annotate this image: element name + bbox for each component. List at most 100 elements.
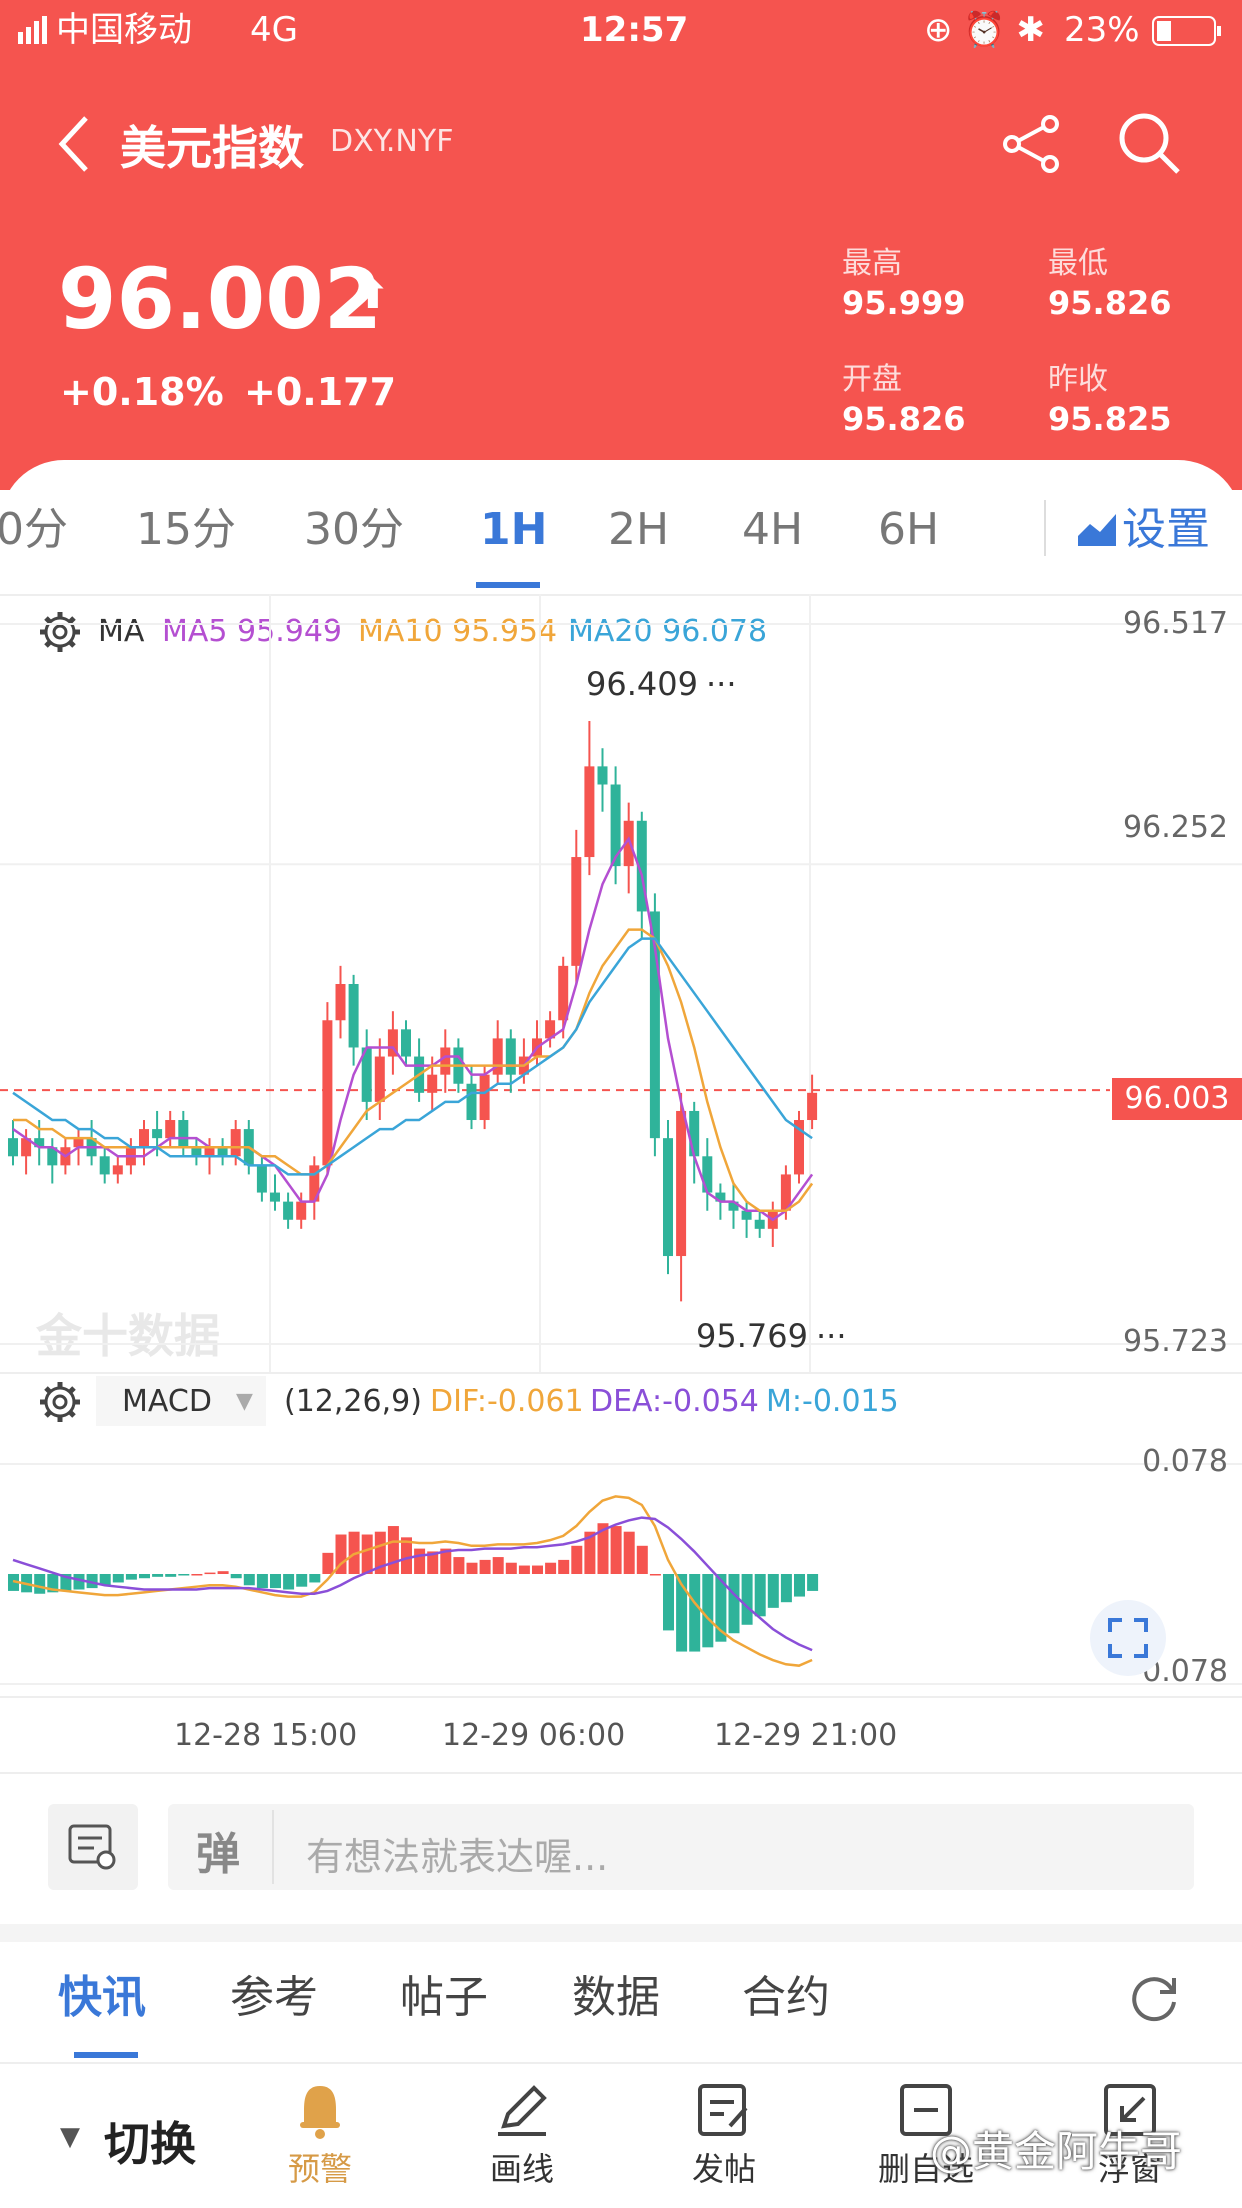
y-axis-bottom: 95.723 bbox=[1123, 1324, 1228, 1359]
current-price-tag: 96.003 bbox=[1112, 1078, 1242, 1120]
macd-bar bbox=[165, 1574, 177, 1577]
low-label: 最低 bbox=[1048, 246, 1108, 281]
low-value: 95.826 bbox=[1048, 284, 1172, 322]
macd-bar bbox=[178, 1574, 190, 1576]
macd-bar bbox=[256, 1574, 268, 1589]
candle bbox=[794, 1110, 804, 1184]
macd-bar bbox=[479, 1559, 491, 1574]
tab-6h[interactable]: 6H bbox=[878, 500, 939, 560]
macd-bar bbox=[558, 1559, 570, 1574]
change-percent: +0.18% bbox=[60, 370, 224, 414]
macd-bar bbox=[387, 1526, 399, 1574]
tab-1h[interactable]: 1H bbox=[480, 500, 547, 560]
post-label: 发帖 bbox=[691, 2150, 756, 2188]
tab-divider bbox=[1044, 500, 1046, 556]
candlestick-chart[interactable] bbox=[0, 594, 1242, 1374]
candle bbox=[702, 1138, 713, 1211]
bell-icon bbox=[300, 2086, 340, 2139]
expand-icon bbox=[1108, 1618, 1148, 1658]
candle bbox=[361, 1029, 372, 1121]
post-button[interactable]: 发帖 bbox=[654, 2080, 794, 2190]
candle bbox=[440, 1029, 451, 1093]
ma10-line bbox=[13, 928, 814, 1212]
comment-placeholder: 有想法就表达喔... bbox=[306, 1835, 609, 1879]
macd-bar bbox=[649, 1574, 661, 1576]
last-price: 96.002 bbox=[58, 250, 383, 348]
macd-chart[interactable] bbox=[0, 1434, 1242, 1696]
share-icon[interactable] bbox=[1000, 114, 1064, 174]
macd-bar bbox=[545, 1562, 557, 1574]
macd-bar bbox=[309, 1574, 321, 1583]
search-icon[interactable] bbox=[1118, 112, 1182, 176]
tab-contract[interactable]: 合约 bbox=[742, 1968, 830, 2028]
pen-icon bbox=[498, 2085, 547, 2136]
battery-icon bbox=[1152, 16, 1221, 46]
macd-bar bbox=[453, 1557, 465, 1574]
macd-bar bbox=[689, 1574, 701, 1652]
candle bbox=[676, 1092, 687, 1302]
macd-params: (12,26,9) bbox=[284, 1384, 422, 1419]
status-icons: ⊕ ⏰ ✱ bbox=[924, 10, 1045, 50]
macd-m: M:-0.015 bbox=[766, 1384, 899, 1419]
back-icon[interactable] bbox=[56, 114, 92, 174]
quote-header: 中国移动 4G 12:57 ⊕ ⏰ ✱ 23% 美元指数 DXY.NYF 96.… bbox=[0, 0, 1242, 490]
x-axis-line bbox=[0, 1696, 1242, 1698]
y-axis-mid: 96.252 bbox=[1123, 810, 1228, 845]
macd-gear-icon[interactable] bbox=[38, 1380, 82, 1424]
candle bbox=[571, 829, 582, 984]
note-icon bbox=[68, 1824, 116, 1870]
high-annotation-dots: ··· bbox=[706, 665, 737, 703]
tab-10min[interactable]: 0分 bbox=[0, 500, 68, 560]
x-tick-3: 12-29 21:00 bbox=[714, 1718, 898, 1753]
tab-flash-news[interactable]: 快讯 bbox=[58, 1968, 146, 2028]
up-arrow-icon: ⬆ bbox=[356, 272, 390, 318]
macd-bar bbox=[243, 1574, 255, 1586]
x-tick-2: 12-29 06:00 bbox=[442, 1718, 626, 1753]
macd-bar bbox=[518, 1565, 530, 1574]
macd-bar bbox=[322, 1552, 334, 1574]
alert-button[interactable]: 预警 bbox=[250, 2080, 390, 2190]
clock: 12:57 bbox=[580, 10, 689, 50]
candle bbox=[178, 1110, 189, 1157]
macd-label: MACD bbox=[122, 1384, 212, 1419]
change-value: +0.177 bbox=[244, 370, 397, 414]
candle bbox=[256, 1156, 267, 1202]
macd-bar bbox=[361, 1534, 373, 1574]
macd-bar bbox=[283, 1574, 295, 1590]
macd-bar bbox=[270, 1574, 281, 1589]
candle bbox=[217, 1138, 228, 1166]
tab-30min[interactable]: 30分 bbox=[304, 500, 404, 560]
x-tick-1: 12-28 15:00 bbox=[174, 1718, 358, 1753]
tab-15min[interactable]: 15分 bbox=[136, 500, 236, 560]
candle bbox=[597, 748, 608, 812]
input-divider bbox=[272, 1810, 274, 1884]
tab-4h[interactable]: 4H bbox=[742, 500, 803, 560]
refresh-icon[interactable] bbox=[1130, 1974, 1180, 2024]
tab-data[interactable]: 数据 bbox=[572, 1968, 660, 2028]
macd-bar bbox=[505, 1562, 517, 1574]
low-annotation: 95.769 bbox=[696, 1317, 808, 1355]
switch-button[interactable]: 切换 bbox=[104, 2108, 196, 2174]
candle bbox=[270, 1174, 280, 1211]
macd-bar bbox=[780, 1574, 792, 1603]
draw-line-button[interactable]: 画线 bbox=[452, 2080, 592, 2190]
settings-button[interactable]: 设置 bbox=[1122, 500, 1210, 560]
dropdown-icon: ▼ bbox=[236, 1389, 253, 1414]
open-label: 开盘 bbox=[842, 362, 902, 397]
prev-close-label: 昨收 bbox=[1048, 362, 1108, 397]
switch-caret-icon: ▼ bbox=[60, 2122, 80, 2152]
app-screen: 中国移动 4G 12:57 ⊕ ⏰ ✱ 23% 美元指数 DXY.NYF 96.… bbox=[0, 0, 1242, 2208]
macd-bar bbox=[807, 1574, 819, 1591]
tab-2h[interactable]: 2H bbox=[608, 500, 669, 560]
tab-reference[interactable]: 参考 bbox=[230, 1968, 318, 2028]
candle bbox=[322, 1002, 333, 1175]
low-annotation-dots: ··· bbox=[816, 1317, 847, 1355]
candle bbox=[112, 1156, 123, 1184]
macd-bar bbox=[191, 1574, 203, 1576]
macd-bar bbox=[492, 1557, 504, 1574]
open-value: 95.826 bbox=[842, 400, 966, 438]
chart-settings-icon[interactable] bbox=[1076, 510, 1120, 548]
candle bbox=[807, 1074, 818, 1130]
candle bbox=[99, 1147, 110, 1184]
tab-posts[interactable]: 帖子 bbox=[400, 1968, 488, 2028]
